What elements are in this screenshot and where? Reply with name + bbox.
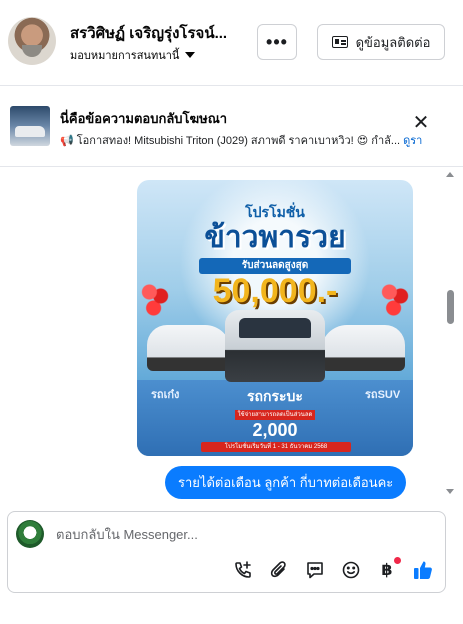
promo-headline: ข้าวพารวย bbox=[204, 221, 346, 254]
phone-plus-icon[interactable] bbox=[231, 558, 255, 582]
see-more-link[interactable]: ดูรา bbox=[403, 135, 422, 147]
pickup-truck-image bbox=[225, 310, 325, 382]
outgoing-message-bubble[interactable]: รายได้ต่อเดือน ลูกค้า กี่บาทต่อเดือนคะ bbox=[165, 466, 407, 499]
paperclip-icon[interactable] bbox=[267, 558, 291, 582]
conversation-header: สรวิศิษฏ์ เจริญรุ่งโรจน์... มอบหมายการสน… bbox=[0, 0, 463, 86]
quick-reply-icon[interactable] bbox=[303, 558, 327, 582]
contact-avatar[interactable] bbox=[8, 17, 56, 65]
promo-image-attachment[interactable]: โปรโมชั่น ข้าวพารวย รับส่วนลดสูงสุด 50,0… bbox=[137, 180, 413, 456]
baht-symbol: ฿ bbox=[381, 562, 393, 579]
view-contact-details-label: ดูข้อมูลติดต่อ bbox=[355, 34, 431, 50]
contact-name[interactable]: สรวิศิษฏ์ เจริญรุ่งโรจน์... bbox=[70, 21, 245, 45]
balloons-left-decoration bbox=[141, 280, 169, 320]
megaphone-icon: 📢 bbox=[60, 135, 74, 147]
emoji-icon[interactable] bbox=[339, 558, 363, 582]
ad-thumbnail[interactable] bbox=[10, 106, 50, 146]
promo-amount: 50,000.- bbox=[212, 272, 338, 310]
page-avatar bbox=[16, 520, 44, 548]
caret-down-icon bbox=[185, 52, 196, 58]
assign-conversation-dropdown[interactable]: มอบหมายการสนทนานี้ bbox=[70, 46, 196, 64]
scrollbar-thumb[interactable] bbox=[447, 290, 454, 324]
promo-discount-amount: 2,000 bbox=[252, 420, 298, 440]
contact-card-icon bbox=[331, 36, 348, 48]
promo-label-pickup: รถกระบะ bbox=[247, 388, 303, 404]
scroll-down-arrow-icon[interactable] bbox=[446, 489, 454, 494]
car-thumbnail-shape bbox=[15, 126, 45, 137]
ad-reply-title: นี่คือข้อความตอบกลับโฆษณา bbox=[60, 111, 228, 126]
more-options-button[interactable]: ••• bbox=[257, 24, 297, 60]
avatar-face-detail bbox=[22, 45, 42, 57]
close-icon[interactable]: ✕ bbox=[412, 113, 430, 133]
conversation-panel: สรวิศิษฏ์ เจริญรุ่งโรจน์... มอบหมายการสน… bbox=[0, 0, 463, 624]
balloons-right-decoration bbox=[381, 280, 409, 320]
sedan-car-image bbox=[147, 325, 231, 371]
ad-preview-body: โอกาสทอง! Mitsubishi Triton (J029) สภาพด… bbox=[76, 135, 401, 147]
scroll-up-arrow-icon[interactable] bbox=[446, 172, 454, 177]
view-contact-details-button[interactable]: ดูข้อมูลติดต่อ bbox=[317, 24, 445, 60]
reply-input[interactable] bbox=[56, 522, 426, 546]
thumbs-up-icon[interactable] bbox=[411, 558, 435, 582]
thread-scrollbar[interactable] bbox=[444, 167, 458, 500]
assign-conversation-label: มอบหมายการสนทนานี้ bbox=[70, 50, 180, 62]
promo-date-note: โปรโมชั่นเริ่มวันที่ 1 - 31 ธันวาคม 2568 bbox=[201, 442, 351, 452]
ad-preview-text: 📢 โอกาสทอง! Mitsubishi Triton (J029) สภา… bbox=[60, 131, 455, 149]
suv-car-image bbox=[321, 325, 405, 371]
notification-dot bbox=[394, 557, 401, 564]
promo-red-note: ใช้จ่ายสามารถลดเป็นส่วนลด bbox=[235, 410, 315, 420]
